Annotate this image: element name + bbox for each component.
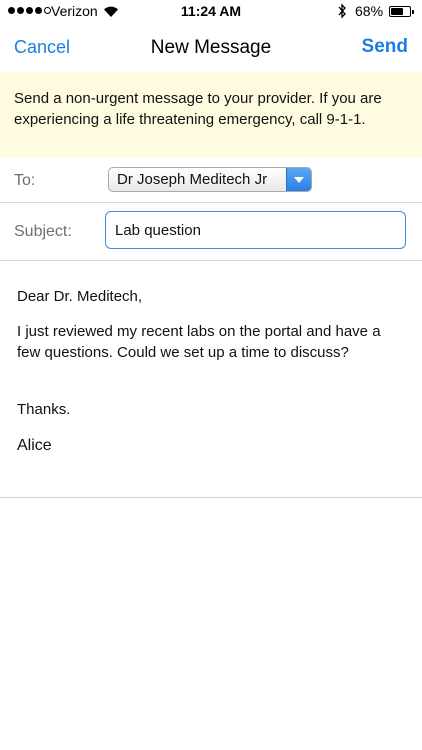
send-button[interactable]: Send	[362, 36, 408, 58]
message-signature: Alice	[17, 437, 52, 454]
chevron-down-icon[interactable]	[286, 168, 311, 191]
message-signoff: Thanks.	[17, 401, 71, 418]
battery-icon	[389, 6, 414, 17]
emergency-notice: Send a non-urgent message to your provid…	[0, 72, 422, 158]
recipient-select[interactable]: Dr Joseph Meditech Jr	[108, 167, 312, 192]
cancel-button[interactable]: Cancel	[14, 37, 70, 58]
message-body[interactable]: Dear Dr. Meditech, I just reviewed my re…	[0, 262, 422, 498]
message-greeting: Dear Dr. Meditech,	[17, 288, 143, 305]
navigation-bar: Cancel New Message Send	[0, 24, 422, 72]
message-paragraph: I just reviewed my recent labs on the po…	[17, 323, 381, 361]
status-bar: Verizon 11:24 AM 68%	[0, 0, 422, 24]
recipient-value: Dr Joseph Meditech Jr	[117, 171, 268, 188]
to-label: To:	[14, 172, 36, 189]
subject-input[interactable]	[105, 211, 406, 249]
recipient-row: To: Dr Joseph Meditech Jr	[0, 158, 422, 203]
battery-percentage: 68%	[355, 3, 384, 19]
subject-label: Subject:	[14, 223, 72, 240]
subject-row: Subject:	[0, 203, 422, 261]
bluetooth-icon	[338, 3, 346, 19]
